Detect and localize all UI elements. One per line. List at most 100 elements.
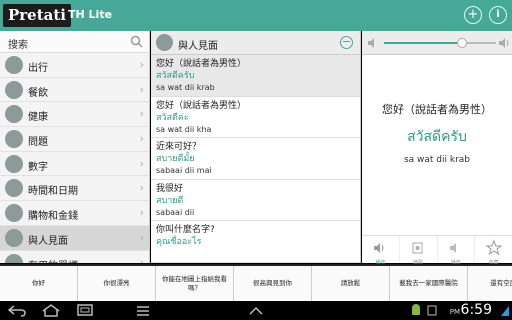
chevron-right-icon: › xyxy=(139,107,144,121)
phrase-native: 你叫什麼名字? xyxy=(156,225,215,235)
phrase-romanization: sabaai dii mai xyxy=(156,166,212,175)
action-button[interactable]: 收藏 xyxy=(475,236,512,266)
sidebar-item-label: 出行 xyxy=(28,63,48,74)
phrase-row[interactable]: 你叫什麼名字? คุณชื่ออะไร xyxy=(151,221,360,263)
volume-icon xyxy=(368,38,374,48)
sidebar-item[interactable]: 數字 › xyxy=(0,152,149,177)
chevron-right-icon: › xyxy=(139,156,144,170)
sidebar-item[interactable]: 時間和日期 › xyxy=(0,176,149,202)
sidebar-item[interactable]: 健康 › xyxy=(0,102,149,128)
chevron-right-icon: › xyxy=(139,181,144,195)
chevron-right-icon: › xyxy=(139,82,144,96)
people-icon xyxy=(156,34,173,51)
numbers-icon xyxy=(5,154,23,173)
android-icon xyxy=(412,304,420,315)
detail-native-text: 您好（說話者為男性） xyxy=(382,103,492,116)
app-title: TH Lite xyxy=(68,8,113,21)
volume-slider[interactable] xyxy=(384,38,496,48)
phrase-thai: สวัสดีครับ xyxy=(156,71,195,81)
volume-thumb[interactable] xyxy=(457,38,468,48)
phrase-row[interactable]: 我很好 สบายดี sabaai dii xyxy=(151,180,360,221)
chevron-right-icon: › xyxy=(139,132,144,146)
food-icon xyxy=(5,80,23,99)
phrase-romanization: sa wat dii kha xyxy=(156,124,212,134)
phrase-romanization: sa wat dii krab xyxy=(156,83,215,92)
question-icon xyxy=(5,130,23,149)
quick-phrase-strip: 你好你很漂亮你能在地圖上指給我看嗎？很高興見到你請放鬆載我去一家國際醫院還有空房… xyxy=(0,264,512,301)
record-icon xyxy=(412,242,423,254)
sidebar-item[interactable]: 出行 › xyxy=(0,53,149,78)
clock-icon xyxy=(5,179,23,198)
sidebar-item-label: 購物和金錢 xyxy=(28,211,78,223)
collapse-icon[interactable]: − xyxy=(340,36,353,49)
app-logo: Pretati xyxy=(3,4,72,27)
phrase-thai: คุณชื่ออะไร xyxy=(156,237,202,247)
sidebar-item[interactable]: 與人見面 › xyxy=(0,225,149,251)
search-icon[interactable] xyxy=(130,35,143,48)
phrase-native: 我很好 xyxy=(156,183,184,194)
action-button[interactable]: 錄製 xyxy=(400,236,438,266)
detail-thai-text: สวัสดีครับ xyxy=(407,129,467,145)
sidebar-item-label: 數字 xyxy=(28,161,48,173)
chevron-right-icon: › xyxy=(139,230,144,244)
shopping-icon xyxy=(5,204,23,223)
detail-romanization: sa wat dii krab xyxy=(403,155,471,165)
category-sidebar: 搜索 出行›餐飲›健康›問題›數字›時間和日期›購物和金錢›與人見面›有用的單詞… xyxy=(0,31,150,263)
volume-bar xyxy=(362,31,512,55)
phrase-row[interactable]: 您好（說話者為男性） สวัสดีครับ sa wat dii krab xyxy=(151,55,360,97)
system-nav-bar: PM 6:59 xyxy=(0,301,512,320)
home-icon[interactable] xyxy=(40,304,62,317)
chevron-up-icon[interactable] xyxy=(248,304,264,317)
volume-fill xyxy=(384,42,463,44)
action-button[interactable]: 播放 xyxy=(362,236,400,266)
info-icon[interactable]: i xyxy=(489,6,507,24)
sidebar-item[interactable]: 購物和金錢 › xyxy=(0,201,149,226)
app-bar: Pretati TH Lite + i xyxy=(0,0,512,31)
sidebar-item[interactable]: 有用的單詞 › xyxy=(0,251,149,264)
phrase-native: 近來可好？ xyxy=(156,142,202,152)
playback-icon xyxy=(449,243,456,253)
sidebar-item-label: 餐飲 xyxy=(28,87,48,99)
clock-ampm: PM xyxy=(449,308,460,316)
phrase-row[interactable]: 近來可好？ สบายดีมั้ย sabaai dii mai xyxy=(151,138,360,180)
quick-phrase-button[interactable]: 你很漂亮 xyxy=(78,266,156,301)
phrase-native: 您好（說話者為男性） xyxy=(156,100,247,111)
recent-apps-icon[interactable] xyxy=(74,304,96,317)
sidebar-item-label: 與人見面 xyxy=(28,235,68,247)
notification-icon xyxy=(427,305,437,316)
phrase-panel-header: 與人見面 − xyxy=(151,31,360,55)
star-icon xyxy=(485,239,503,256)
phrase-native: 您好（說話者為男性） xyxy=(156,59,247,69)
sidebar-item[interactable]: 餐飲 › xyxy=(0,78,149,103)
quick-phrase-button[interactable]: 請放鬆 xyxy=(312,266,390,301)
quick-phrase-button[interactable]: 你好 xyxy=(0,266,78,301)
phrase-list: 您好（說話者為男性） สวัสดีครับ sa wat dii krab 您好（說話… xyxy=(151,55,360,263)
sidebar-item[interactable]: 問題 › xyxy=(0,127,149,152)
quick-phrase-button[interactable]: 很高興見到你 xyxy=(234,266,312,301)
search-bar[interactable]: 搜索 xyxy=(0,31,149,53)
book-icon xyxy=(5,253,23,263)
sidebar-item-label: 有用的單詞 xyxy=(28,257,78,264)
chevron-right-icon: › xyxy=(139,255,144,264)
chevron-right-icon: › xyxy=(139,206,144,220)
add-icon[interactable]: + xyxy=(464,6,482,24)
phrase-row[interactable]: 您好（說話者為男性） สวัสดีค่ะ sa wat dii kha xyxy=(151,97,360,138)
speaker-icon xyxy=(374,243,384,253)
menu-icon[interactable] xyxy=(135,304,151,317)
quick-phrase-button[interactable]: 你能在地圖上指給我看嗎？ xyxy=(156,266,234,301)
health-icon xyxy=(5,105,23,124)
phrase-panel: 與人見面 − 您好（說話者為男性） สวัสดีครับ sa wat dii kr… xyxy=(151,31,361,263)
clock-time: 6:59 xyxy=(460,302,492,318)
action-button[interactable]: 播放 xyxy=(438,236,476,266)
detail-panel: 您好（說話者為男性） สวัสดีครับ sa wat dii krab 播放… xyxy=(362,31,512,266)
back-icon[interactable] xyxy=(6,304,28,317)
quick-phrase-button[interactable]: 載我去一家國際醫院 xyxy=(390,266,468,301)
sidebar-item-label: 問題 xyxy=(28,137,48,149)
sidebar-item-label: 健康 xyxy=(28,112,48,124)
phrase-thai: สบายดีมั้ย xyxy=(156,154,195,164)
category-list: 出行 › 餐飲 › 健康 › 問題 › 數字 › 時間和日期 › 購物和金錢 › 與人見面 › 有用的單詞 › xyxy=(0,53,149,263)
search-label: 搜索 xyxy=(8,40,28,51)
quick-phrase-button[interactable]: 還有空房間 xyxy=(468,266,512,301)
category-title: 與人見面 xyxy=(178,41,218,52)
phrase-thai: สวัสดีค่ะ xyxy=(156,112,189,123)
